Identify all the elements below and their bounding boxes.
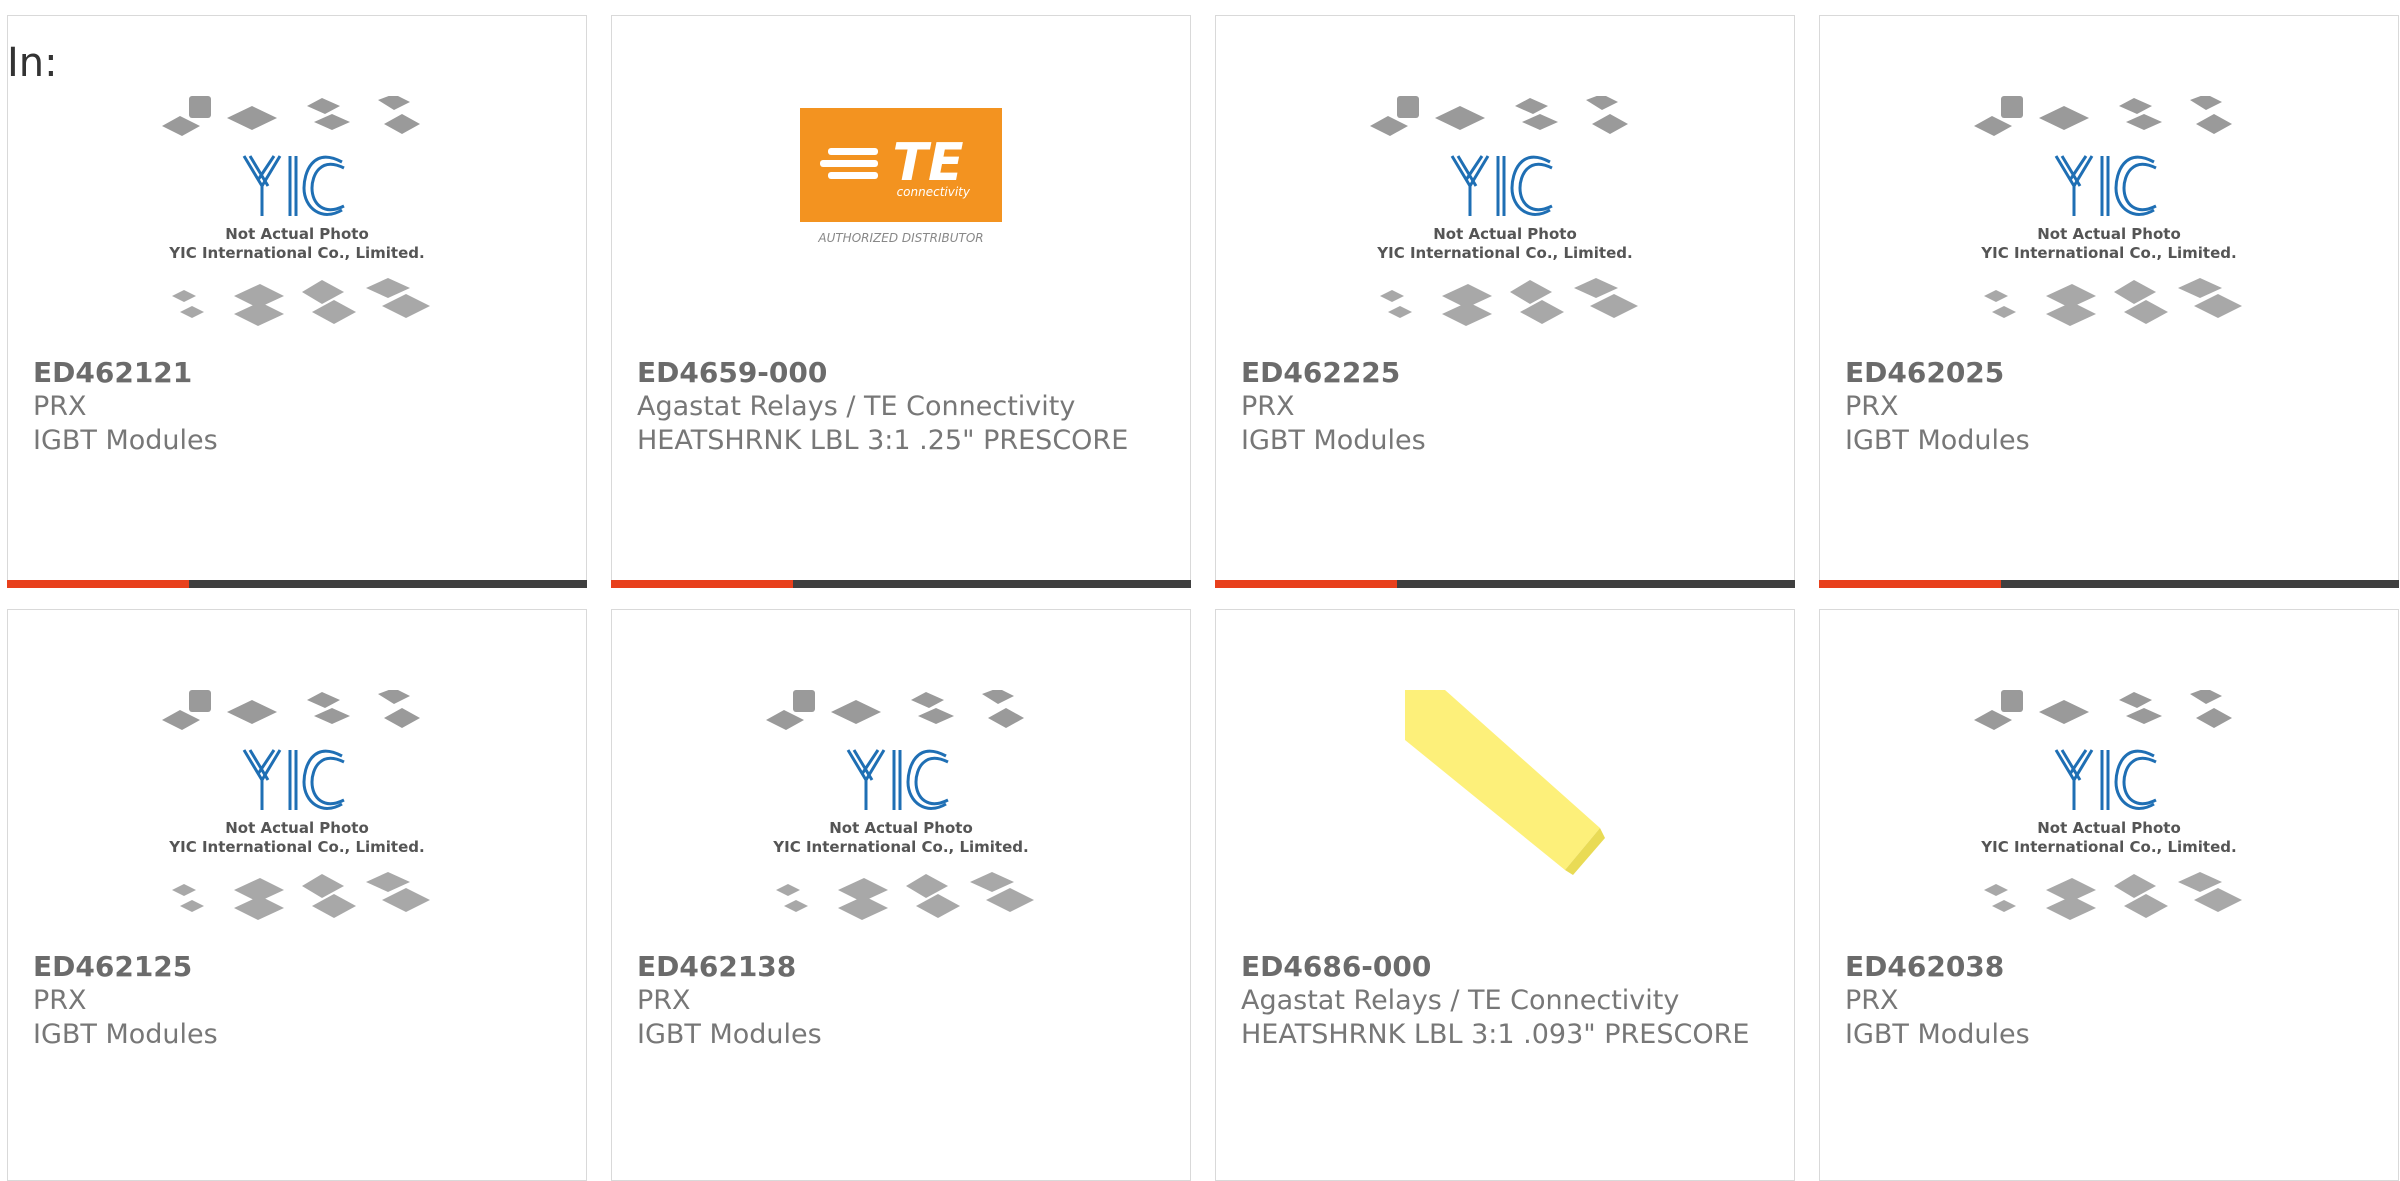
placeholder-line2: YIC International Co., Limited. (772, 838, 1028, 856)
placeholder-line1: Not Actual Photo (225, 819, 369, 837)
description: HEATSHRNK LBL 3:1 .093" PRESCORE (1241, 1019, 1750, 1050)
product-image[interactable]: Not Actual Photo YIC International Co., … (8, 690, 586, 940)
placeholder-line2: YIC International Co., Limited. (1376, 244, 1632, 262)
te-logo-sub: connectivity (897, 185, 971, 199)
yic-placeholder-image: Not Actual Photo YIC International Co., … (1370, 96, 1638, 326)
product-card[interactable]: Not Actual Photo YIC International Co., … (1819, 609, 2399, 1181)
card-bar (1819, 580, 2399, 588)
yic-placeholder-image: Not Actual Photo YIC International Co., … (1974, 96, 2242, 326)
card-bar-accent (7, 580, 189, 588)
product-card[interactable]: Not Actual Photo YIC International Co., … (7, 609, 587, 1181)
description: IGBT Modules (1845, 425, 2030, 456)
yic-placeholder-image: Not Actual Photo YIC International Co., … (1974, 690, 2242, 920)
placeholder-line2: YIC International Co., Limited. (1980, 838, 2236, 856)
te-logo: TE connectivity AUTHORIZED DISTRIBUTOR (800, 108, 1002, 248)
card-bar (7, 580, 587, 588)
card-bar (611, 580, 1191, 588)
card-bar-accent (611, 580, 793, 588)
product-image[interactable]: Not Actual Photo YIC International Co., … (1820, 690, 2398, 940)
placeholder-line2: YIC International Co., Limited. (1980, 244, 2236, 262)
description: IGBT Modules (1845, 1019, 2030, 1050)
yic-placeholder-image: Not Actual Photo YIC International Co., … (162, 96, 430, 326)
product-card[interactable]: Not Actual Photo YIC International Co., … (1819, 15, 2399, 588)
manufacturer: Agastat Relays / TE Connectivity (637, 391, 1076, 422)
filter-label: In: (7, 40, 58, 86)
description: IGBT Modules (1241, 425, 1426, 456)
manufacturer: PRX (33, 391, 87, 422)
product-image[interactable]: TE connectivity AUTHORIZED DISTRIBUTOR (612, 96, 1190, 346)
product-image[interactable]: Not Actual Photo YIC International Co., … (1820, 96, 2398, 346)
part-number[interactable]: ED462121 (33, 356, 563, 390)
card-bar-accent (1819, 580, 2001, 588)
te-logo-brand: TE (893, 133, 964, 193)
description: IGBT Modules (33, 1019, 218, 1050)
product-card[interactable]: Not Actual Photo YIC International Co., … (611, 609, 1191, 1181)
placeholder-line2: YIC International Co., Limited. (168, 244, 424, 262)
part-number[interactable]: ED462125 (33, 950, 563, 984)
placeholder-line1: Not Actual Photo (225, 225, 369, 243)
part-number[interactable]: ED462225 (1241, 356, 1771, 390)
te-logo-caption: AUTHORIZED DISTRIBUTOR (817, 231, 983, 245)
yic-placeholder-image: Not Actual Photo YIC International Co., … (162, 690, 430, 920)
yellow-tube-image (1405, 690, 1605, 875)
manufacturer: PRX (1845, 391, 1899, 422)
yic-placeholder-image: Not Actual Photo YIC International Co., … (766, 690, 1034, 920)
manufacturer: PRX (1845, 985, 1899, 1016)
product-grid: Not Actual Photo YIC International Co., … (7, 15, 2399, 1181)
placeholder-line1: Not Actual Photo (2037, 819, 2181, 837)
part-number[interactable]: ED4659-000 (637, 356, 1167, 390)
part-number[interactable]: ED462038 (1845, 950, 2375, 984)
placeholder-line1: Not Actual Photo (1433, 225, 1577, 243)
part-number[interactable]: ED462025 (1845, 356, 2375, 390)
placeholder-line1: Not Actual Photo (829, 819, 973, 837)
card-bar-accent (1215, 580, 1397, 588)
product-card[interactable]: Not Actual Photo YIC International Co., … (1215, 15, 1795, 588)
part-number[interactable]: ED4686-000 (1241, 950, 1771, 984)
manufacturer: PRX (637, 985, 691, 1016)
placeholder-line1: Not Actual Photo (2037, 225, 2181, 243)
placeholder-line2: YIC International Co., Limited. (168, 838, 424, 856)
product-card[interactable]: ED4686-000 Agastat Relays / TE Connectiv… (1215, 609, 1795, 1181)
manufacturer: PRX (33, 985, 87, 1016)
manufacturer: Agastat Relays / TE Connectivity (1241, 985, 1680, 1016)
description: IGBT Modules (637, 1019, 822, 1050)
product-image[interactable]: Not Actual Photo YIC International Co., … (612, 690, 1190, 940)
product-image[interactable] (1216, 690, 1794, 940)
part-number[interactable]: ED462138 (637, 950, 1167, 984)
product-card[interactable]: TE connectivity AUTHORIZED DISTRIBUTOR E… (611, 15, 1191, 588)
description: IGBT Modules (33, 425, 218, 456)
manufacturer: PRX (1241, 391, 1295, 422)
product-card[interactable]: Not Actual Photo YIC International Co., … (7, 15, 587, 588)
product-image[interactable]: Not Actual Photo YIC International Co., … (8, 96, 586, 346)
card-bar (1215, 580, 1795, 588)
product-image[interactable]: Not Actual Photo YIC International Co., … (1216, 96, 1794, 346)
description: HEATSHRNK LBL 3:1 .25" PRESCORE (637, 425, 1129, 456)
